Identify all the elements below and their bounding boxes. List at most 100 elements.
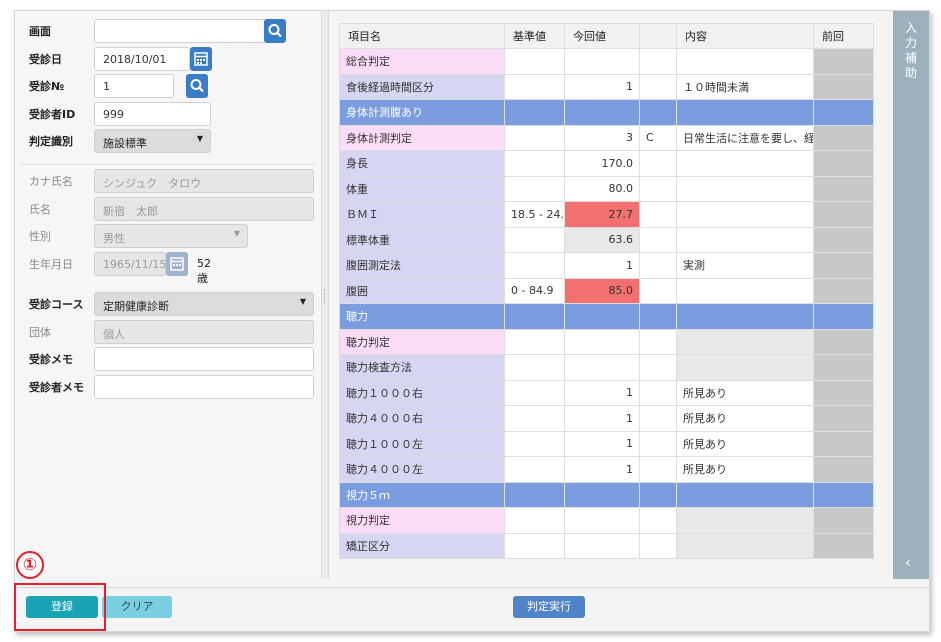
visit-memo-input[interactable] xyxy=(94,347,314,371)
standard-value xyxy=(504,99,565,126)
patient-id-label: 受診者ID xyxy=(29,108,76,121)
header-flag[interactable] xyxy=(639,23,677,49)
current-value[interactable]: 1 xyxy=(564,73,640,100)
table-header-row: 項目名 基準値 今回値 内容 前回 xyxy=(339,23,874,49)
current-value: 63.6 xyxy=(564,226,640,253)
section-row: 視力５ｍ xyxy=(339,481,874,508)
flag-value xyxy=(639,252,677,279)
visit-date-input[interactable]: 2018/10/01 xyxy=(94,47,190,71)
group-field: 個人 xyxy=(94,320,314,344)
content-value: 日常生活に注意を要し、経 xyxy=(676,124,814,151)
header-current[interactable]: 今回値 xyxy=(564,23,640,49)
current-value[interactable]: 1 xyxy=(564,405,640,432)
previous-value xyxy=(813,73,874,100)
flag-value xyxy=(639,73,677,100)
sex-value: 男性 xyxy=(103,232,125,245)
search-icon xyxy=(190,79,204,93)
flag-value xyxy=(639,532,677,559)
input-assist-panel[interactable]: 入力補助 ‹ xyxy=(893,11,929,579)
table-row[interactable]: 身長 170.0 xyxy=(339,150,874,177)
calendar-icon xyxy=(194,52,208,66)
chevron-down-icon: ▼ xyxy=(233,229,240,238)
table-row[interactable]: ＢＭＩ 18.5 - 24.9 27.7 xyxy=(339,201,874,228)
annotation-highlight-box xyxy=(14,583,106,631)
previous-value xyxy=(813,328,874,355)
table-row[interactable]: 聴力１０００左 1 所見あり xyxy=(339,430,874,457)
pane-splitter[interactable] xyxy=(321,11,329,579)
table-row[interactable]: 身体計測判定 3 C 日常生活に注意を要し、経 xyxy=(339,124,874,151)
chevron-left-icon[interactable]: ‹ xyxy=(905,555,911,571)
table-row[interactable]: 聴力４０００右 1 所見あり xyxy=(339,405,874,432)
table-row[interactable]: 標準体重 63.6 xyxy=(339,226,874,253)
standard-value: 0 - 84.9 xyxy=(504,277,565,304)
name-field: 新宿 太郎 xyxy=(94,197,314,221)
run-judgment-button[interactable]: 判定実行 xyxy=(513,596,585,618)
item-name: 体重 xyxy=(339,175,505,202)
screen-search-button[interactable] xyxy=(264,19,286,43)
header-standard[interactable]: 基準値 xyxy=(504,23,565,49)
current-value[interactable] xyxy=(564,507,640,534)
standard-value xyxy=(504,328,565,355)
app-window: 画面 受診日 2018/10/01 受診№ 1 受診者ID 999 判定識別 施… xyxy=(14,10,930,632)
item-name: 腹囲測定法 xyxy=(339,252,505,279)
splitter-grip[interactable] xyxy=(324,289,326,303)
search-icon xyxy=(268,24,282,38)
content-value: １０時間未満 xyxy=(676,73,814,100)
standard-value xyxy=(504,481,565,508)
section-name: 視力５ｍ xyxy=(339,481,505,508)
current-value[interactable]: 1 xyxy=(564,252,640,279)
course-select[interactable]: 定期健康診断 ▼ xyxy=(94,292,314,316)
visit-date-calendar-button[interactable] xyxy=(190,47,212,71)
current-value[interactable]: 1 xyxy=(564,430,640,457)
sex-select: 男性 ▼ xyxy=(94,224,248,248)
table-row[interactable]: 聴力１０００右 1 所見あり xyxy=(339,379,874,406)
table-row[interactable]: 食後経過時間区分 1 １０時間未満 xyxy=(339,73,874,100)
current-value-abnormal[interactable]: 27.7 xyxy=(564,201,640,228)
header-item-name[interactable]: 項目名 xyxy=(339,23,505,49)
screen-input[interactable] xyxy=(94,19,266,43)
item-name: 標準体重 xyxy=(339,226,505,253)
current-value[interactable] xyxy=(564,328,640,355)
header-content[interactable]: 内容 xyxy=(676,23,814,49)
current-value[interactable] xyxy=(564,354,640,381)
content-value: 所見あり xyxy=(676,456,814,483)
current-value[interactable] xyxy=(564,532,640,559)
table-row[interactable]: 矯正区分 xyxy=(339,532,874,559)
item-name: 腹囲 xyxy=(339,277,505,304)
clear-button[interactable]: クリア xyxy=(102,596,172,618)
current-value-abnormal[interactable]: 85.0 xyxy=(564,277,640,304)
previous-value xyxy=(813,507,874,534)
patient-memo-input[interactable] xyxy=(94,375,314,399)
current-value[interactable]: 1 xyxy=(564,379,640,406)
previous-value xyxy=(813,175,874,202)
header-previous[interactable]: 前回 xyxy=(813,23,874,49)
standard-value xyxy=(504,124,565,151)
table-row[interactable]: 体重 80.0 xyxy=(339,175,874,202)
birth-calendar-button xyxy=(166,252,188,276)
current-value[interactable]: 1 xyxy=(564,456,640,483)
section-name: 聴力 xyxy=(339,303,505,330)
visit-no-input[interactable]: 1 xyxy=(94,74,174,98)
chevron-down-icon: ▼ xyxy=(299,297,306,306)
flag-value xyxy=(639,48,677,75)
judgment-type-select[interactable]: 施設標準 ▼ xyxy=(94,129,211,153)
table-row[interactable]: 聴力判定 xyxy=(339,328,874,355)
table-row[interactable]: 聴力４０００左 1 所見あり xyxy=(339,456,874,483)
current-value xyxy=(564,481,640,508)
table-row[interactable]: 総合判定 xyxy=(339,48,874,75)
current-value[interactable]: 3 xyxy=(564,124,640,151)
table-row[interactable]: 腹囲 0 - 84.9 85.0 xyxy=(339,277,874,304)
current-value[interactable]: 170.0 xyxy=(564,150,640,177)
standard-value xyxy=(504,226,565,253)
item-name: ＢＭＩ xyxy=(339,201,505,228)
flag-value xyxy=(639,405,677,432)
table-row[interactable]: 聴力検査方法 xyxy=(339,354,874,381)
current-value[interactable]: 80.0 xyxy=(564,175,640,202)
visit-no-search-button[interactable] xyxy=(186,74,208,98)
content-value: 所見あり xyxy=(676,405,814,432)
table-row[interactable]: 腹囲測定法 1 実測 xyxy=(339,252,874,279)
current-value[interactable] xyxy=(564,48,640,75)
table-row[interactable]: 視力判定 xyxy=(339,507,874,534)
patient-id-input[interactable]: 999 xyxy=(94,102,211,126)
judgment-type-label: 判定識別 xyxy=(29,135,73,148)
